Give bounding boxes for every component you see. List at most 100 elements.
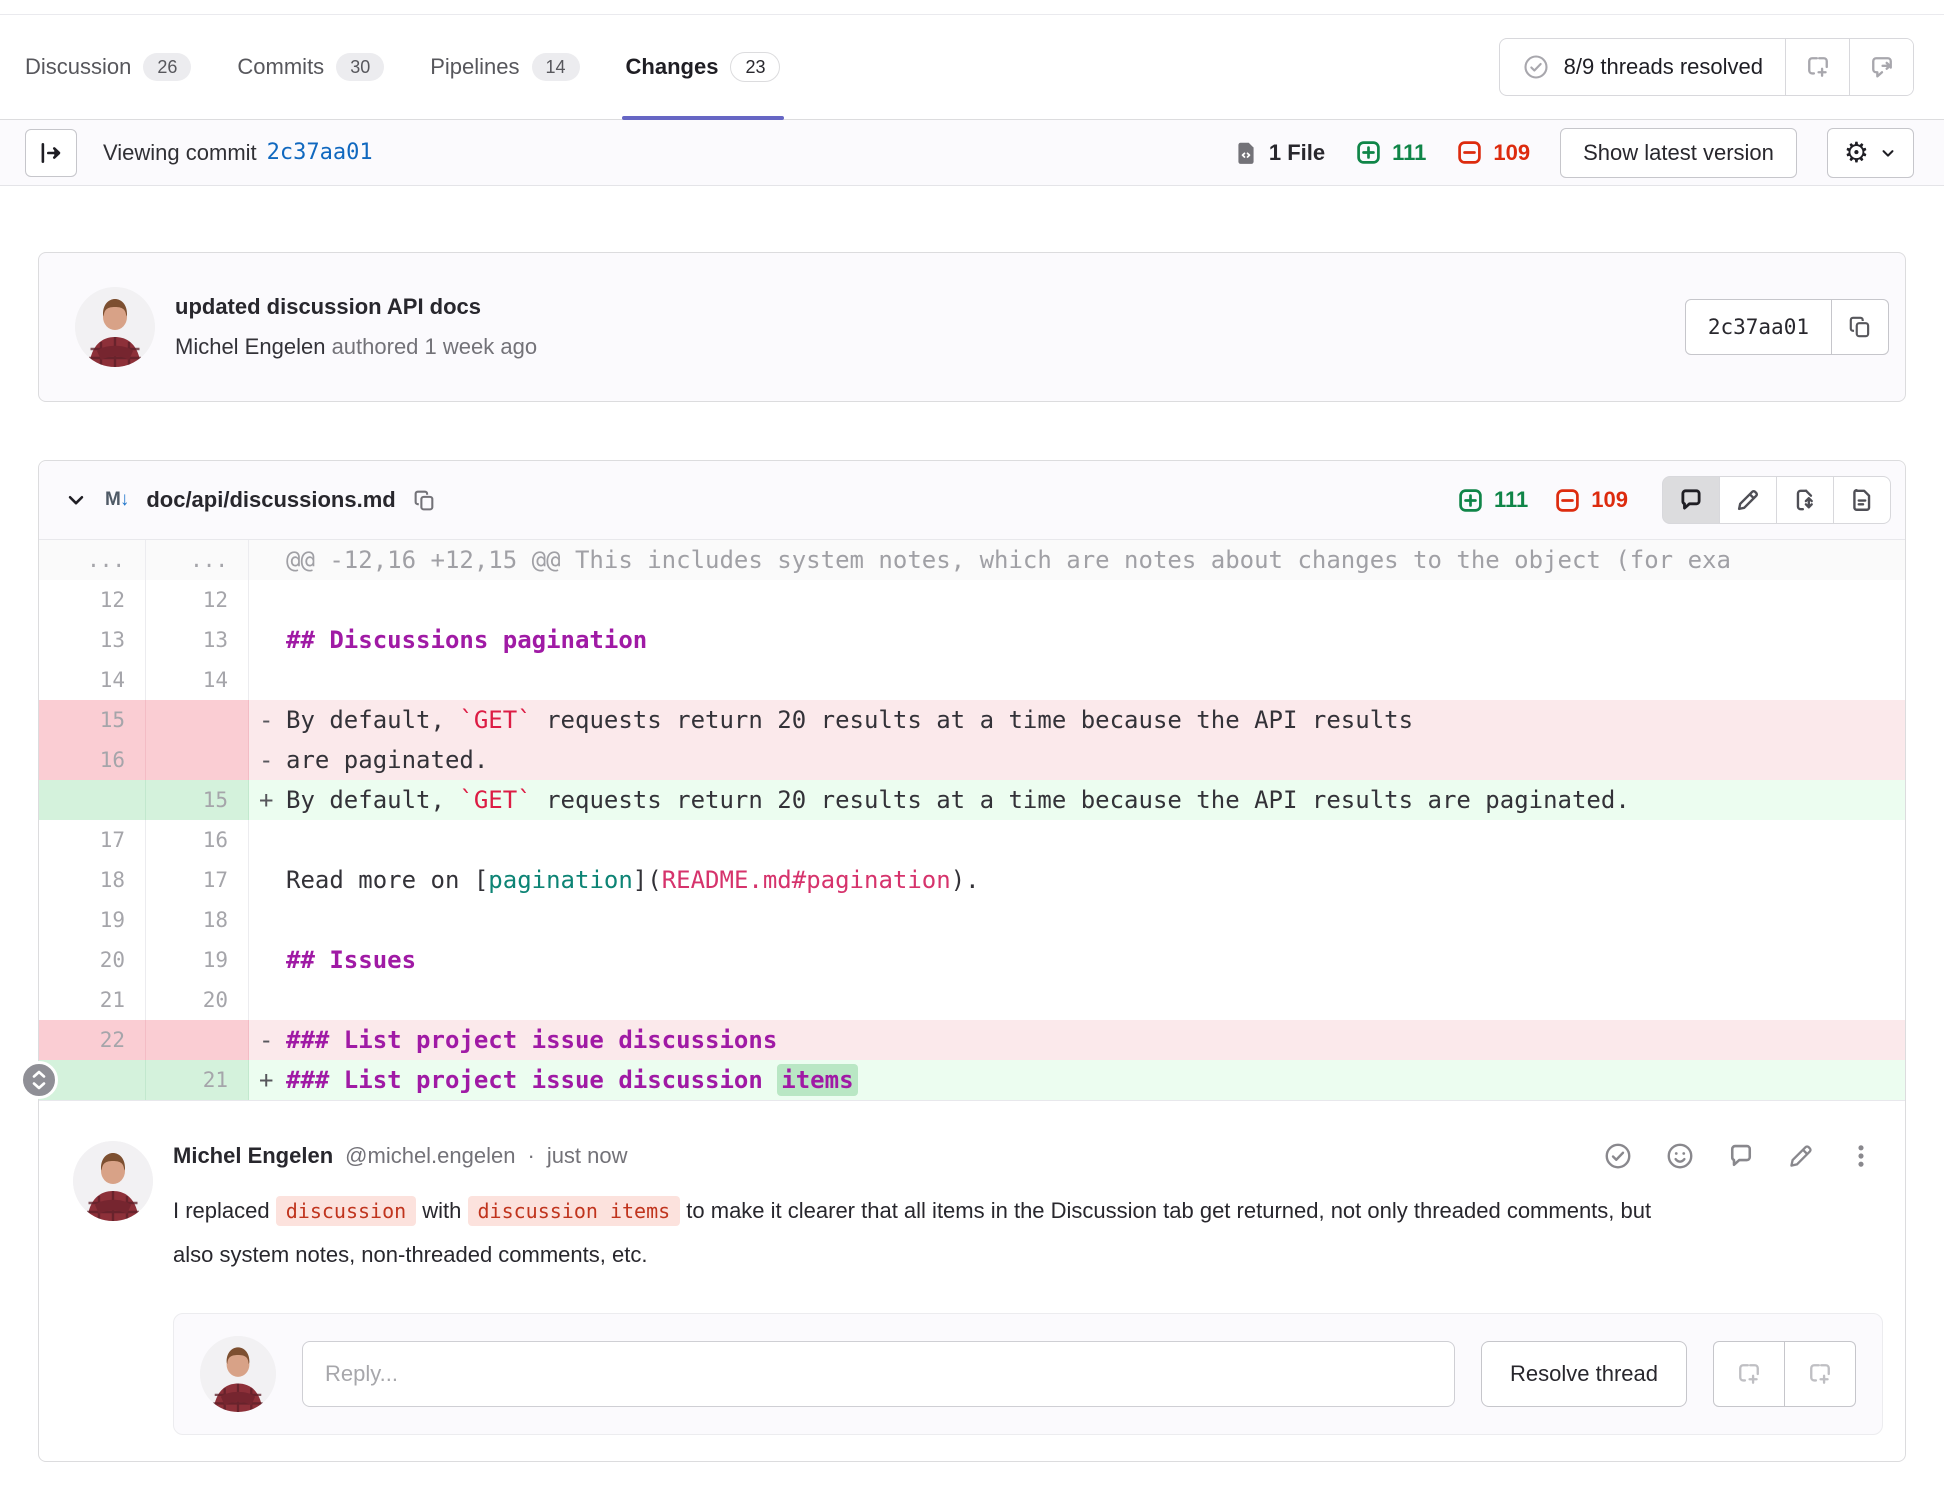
toggle-comments-button[interactable]	[1662, 476, 1720, 524]
copy-file-path-button[interactable]	[412, 488, 437, 513]
view-file-button[interactable]	[1833, 476, 1891, 524]
reply-input[interactable]	[302, 1341, 1455, 1407]
more-actions-button[interactable]	[1847, 1142, 1875, 1170]
code-segment: ## Discussions pagination	[286, 626, 647, 654]
file-text-icon	[1849, 487, 1875, 513]
jump-to-next-thread-button[interactable]	[1785, 39, 1849, 95]
code-segment: ### List project issue discussion	[286, 1066, 777, 1094]
collapse-file-button[interactable]	[61, 489, 91, 511]
viewing-commit-hash-link[interactable]: 2c37aa01	[267, 140, 373, 165]
file-code-icon	[1233, 140, 1259, 166]
old-line-number[interactable]: 19	[39, 900, 146, 940]
file-deletions-count: 109	[1591, 487, 1628, 513]
diff-line-content: ## Issues	[249, 940, 1905, 980]
comment-content: Michel Engelen @michel.engelen · just no…	[173, 1141, 1883, 1435]
old-line-number[interactable]: 22	[39, 1020, 146, 1060]
toggle-threads-button[interactable]	[1849, 39, 1913, 95]
new-line-number[interactable]	[146, 700, 249, 740]
new-line-number[interactable]: 17	[146, 860, 249, 900]
quote-reply-button[interactable]	[1727, 1142, 1755, 1170]
old-line-number[interactable]	[39, 780, 146, 820]
diff-line-content: Read more on [pagination](README.md#pagi…	[249, 860, 1905, 900]
tab-count-badge: 14	[532, 53, 580, 81]
deletions-stat: 109	[1456, 139, 1530, 166]
old-line-number[interactable]: 16	[39, 740, 146, 780]
new-line-number[interactable]	[146, 1020, 249, 1060]
new-line-number[interactable]: 18	[146, 900, 249, 940]
commit-info: updated discussion API docs Michel Engel…	[175, 294, 537, 360]
old-line-number[interactable]: 21	[39, 980, 146, 1020]
gear-icon: ⚙	[1844, 136, 1869, 169]
expand-diff-button[interactable]	[20, 1061, 58, 1099]
show-latest-version-button[interactable]: Show latest version	[1560, 128, 1797, 178]
comment-arrow-icon	[1868, 53, 1896, 81]
diff-row: ......@@ -12,16 +12,15 @@ This includes …	[39, 540, 1905, 580]
comment-next-icon	[1804, 53, 1832, 81]
tab-discussion[interactable]: Discussion 26	[25, 15, 191, 119]
diff-row: 21+### List project issue discussion ite…	[39, 1060, 1905, 1100]
add-comment-to-thread-button[interactable]	[1713, 1341, 1785, 1407]
tab-count-badge: 30	[336, 53, 384, 81]
new-line-number[interactable]: 12	[146, 580, 249, 620]
diff-line-content: @@ -12,16 +12,15 @@ This includes system…	[249, 540, 1905, 580]
new-line-number[interactable]: 13	[146, 620, 249, 660]
copy-commit-hash-button[interactable]	[1831, 299, 1889, 355]
old-line-number[interactable]: 12	[39, 580, 146, 620]
minus-box-icon	[1554, 487, 1581, 514]
old-line-number[interactable]: 13	[39, 620, 146, 660]
diff-line-content: -are paginated.	[249, 740, 1905, 780]
old-line-number[interactable]: 15	[39, 700, 146, 740]
diff-row: 15+By default, `GET` requests return 20 …	[39, 780, 1905, 820]
jump-to-next-unresolved-button[interactable]	[1784, 1341, 1856, 1407]
diff-line-content	[249, 980, 1905, 1020]
compare-versions-button[interactable]	[1776, 476, 1834, 524]
new-line-number[interactable]: 15	[146, 780, 249, 820]
viewing-commit: Viewing commit 2c37aa01	[103, 140, 373, 166]
old-line-number[interactable]: 20	[39, 940, 146, 980]
resolve-thread-toggle-button[interactable]	[1603, 1141, 1633, 1171]
diff-line-prefix: +	[259, 1060, 286, 1100]
new-line-number[interactable]: 14	[146, 660, 249, 700]
code-segment: pagination	[488, 866, 633, 894]
tab-commits[interactable]: Commits 30	[237, 15, 384, 119]
add-reaction-button[interactable]	[1665, 1141, 1695, 1171]
tab-pipelines[interactable]: Pipelines 14	[430, 15, 579, 119]
edit-comment-button[interactable]	[1787, 1142, 1815, 1170]
tab-changes[interactable]: Changes 23	[626, 15, 781, 119]
comment-author-handle: @michel.engelen	[345, 1143, 515, 1169]
diff-line-prefix: -	[259, 740, 286, 780]
file-deletions-stat: 109	[1554, 487, 1628, 514]
diff-row: 16 -are paginated.	[39, 740, 1905, 780]
diff-settings-button[interactable]: ⚙	[1827, 128, 1914, 178]
diff-line-content: -By default, `GET` requests return 20 re…	[249, 700, 1905, 740]
old-line-number[interactable]: 18	[39, 860, 146, 900]
edit-file-button[interactable]	[1719, 476, 1777, 524]
new-line-number[interactable]: 21	[146, 1060, 249, 1100]
copy-icon	[1847, 314, 1873, 340]
old-line-number[interactable]: 17	[39, 820, 146, 860]
copy-icon	[412, 488, 437, 513]
file-additions-count: 111	[1494, 487, 1528, 513]
diff-line-prefix: -	[259, 700, 286, 740]
deletions-count: 109	[1493, 140, 1530, 166]
new-line-number[interactable]: 16	[146, 820, 249, 860]
comment-header: Michel Engelen @michel.engelen · just no…	[173, 1141, 1883, 1171]
diff-line-content	[249, 900, 1905, 940]
commit-authored-label: authored 1 week ago	[332, 334, 538, 359]
old-line-number[interactable]: 14	[39, 660, 146, 700]
tab-count-badge: 26	[143, 53, 191, 81]
new-line-number[interactable]: 20	[146, 980, 249, 1020]
tab-label: Commits	[237, 54, 324, 80]
avatar	[200, 1336, 276, 1412]
comment-author-link[interactable]: Michel Engelen	[173, 1143, 333, 1169]
code-segment: By default,	[286, 706, 459, 734]
resolve-thread-button[interactable]: Resolve thread	[1481, 1341, 1687, 1407]
toolbar-right: 1 File 111 109 Show latest version ⚙	[1233, 128, 1914, 178]
commit-hash-button[interactable]: 2c37aa01	[1685, 299, 1832, 355]
code-segment: Read more on [	[286, 866, 488, 894]
file-count-label: 1 File	[1269, 140, 1325, 166]
file-browser-toggle-button[interactable]	[25, 129, 77, 177]
new-line-number[interactable]: 19	[146, 940, 249, 980]
new-line-number[interactable]	[146, 740, 249, 780]
file-path-link[interactable]: doc/api/discussions.md	[146, 487, 395, 513]
